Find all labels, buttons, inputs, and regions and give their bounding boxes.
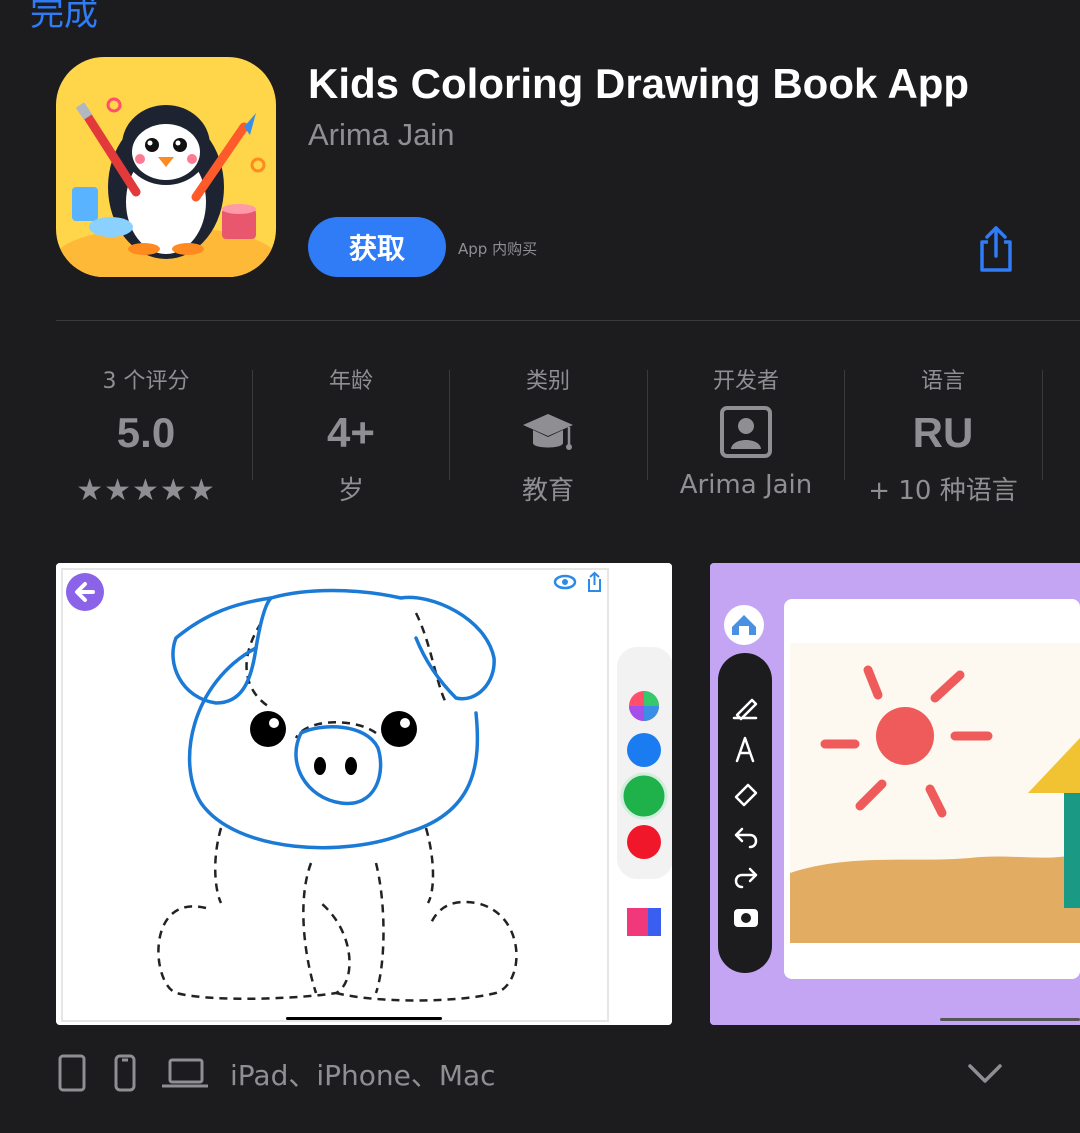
supported-devices-label: iPad、iPhone、Mac <box>230 1059 496 1092</box>
get-button[interactable]: 获取 <box>308 217 446 277</box>
chevron-down-icon[interactable] <box>966 1058 1004 1088</box>
ratings-label: 3 个评分 <box>102 369 190 394</box>
category-value: 教育 <box>521 476 574 506</box>
age-unit: 岁 <box>337 476 364 506</box>
language-stat[interactable]: 语言 RU + 10 种语言 <box>844 355 1042 515</box>
supported-devices <box>56 1050 956 1098</box>
developer-label: 开发者 <box>712 369 779 394</box>
app-icon <box>56 57 276 277</box>
mac-icon <box>162 1058 208 1088</box>
in-app-purchase-note: App 内购买 <box>458 240 538 258</box>
ipad-icon <box>58 1054 86 1092</box>
graduation-cap-icon <box>521 405 575 459</box>
star-rating: ★★★★★ <box>76 474 216 507</box>
screenshot-1[interactable] <box>56 563 672 1025</box>
app-title: Kids Coloring Drawing Book App <box>308 60 970 107</box>
divider <box>56 320 1080 321</box>
category-label: 类别 <box>525 369 570 394</box>
share-icon[interactable] <box>974 224 1018 274</box>
screenshot-2[interactable] <box>710 563 1080 1025</box>
language-count: + 10 种语言 <box>868 476 1018 506</box>
ratings-stat[interactable]: 3 个评分 5.0 ★★★★★ <box>47 355 245 515</box>
developer-link[interactable]: Arima Jain <box>308 117 454 153</box>
language-label: 语言 <box>920 369 965 394</box>
person-icon <box>719 405 773 459</box>
age-value: 4+ <box>327 409 375 456</box>
rating-value: 5.0 <box>116 409 176 456</box>
age-stat[interactable]: 年龄 4+ 岁 <box>252 355 450 515</box>
separator <box>1042 370 1043 480</box>
done-button[interactable]: 完成 <box>30 0 98 35</box>
developer-value: Arima Jain <box>679 470 813 500</box>
iphone-icon <box>114 1054 136 1092</box>
language-value: RU <box>912 409 974 456</box>
age-label: 年龄 <box>328 369 373 394</box>
category-stat[interactable]: 类别 教育 <box>449 355 647 515</box>
developer-stat[interactable]: 开发者 Arima Jain <box>647 355 845 515</box>
